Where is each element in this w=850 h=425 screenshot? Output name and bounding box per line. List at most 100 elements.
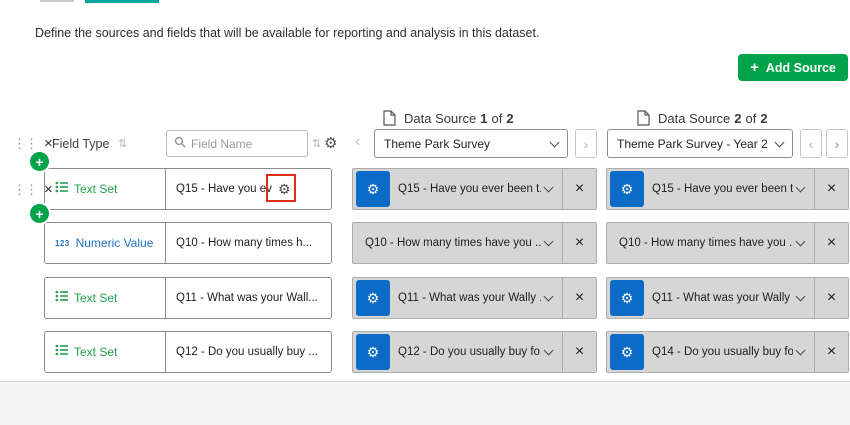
text-set-icon: [55, 180, 68, 198]
dataset-editor-page: Define the sources and fields that will …: [0, 0, 850, 425]
source-field-select[interactable]: Q12 - Do you usually buy fo...: [390, 332, 562, 372]
chevron-down-icon: [544, 237, 554, 247]
drag-handle-icon[interactable]: ⋮⋮: [13, 136, 37, 152]
source-field-label: Q10 - How many times have you ...: [619, 237, 793, 249]
remove-field-button[interactable]: ×: [815, 343, 848, 361]
chevron-down-icon: [544, 292, 554, 302]
field-type-label: Text Set: [74, 291, 117, 305]
remove-field-button[interactable]: ×: [563, 180, 596, 198]
source-field-row: ⚙ Q15 - Have you ever been t... ×: [352, 168, 597, 210]
plus-icon: +: [35, 206, 43, 222]
source-field-select[interactable]: Q11 - What was your Wally ...: [390, 278, 562, 318]
insert-field-button[interactable]: +: [30, 152, 49, 171]
numeric-value-icon: 123: [55, 239, 70, 248]
source-field-label: Q15 - Have you ever been t...: [652, 183, 793, 195]
tab-fragment: [40, 0, 74, 2]
field-row[interactable]: Text Set Q12 - Do you usually buy ...: [44, 331, 332, 373]
recode-gear-button[interactable]: ⚙: [356, 334, 390, 370]
source-field-select[interactable]: Q15 - Have you ever been t...: [390, 169, 562, 209]
source-field-row: ⚙ Q11 - What was your Wally ... ×: [352, 277, 597, 319]
remove-field-button[interactable]: ×: [815, 234, 848, 252]
source-field-label: Q12 - Do you usually buy fo...: [398, 346, 541, 358]
field-type-label: Text Set: [74, 345, 117, 359]
remove-row-icon[interactable]: ×: [44, 181, 53, 198]
add-source-button[interactable]: + Add Source: [738, 54, 848, 81]
remove-field-button[interactable]: ×: [815, 180, 848, 198]
gear-icon: ⚙: [367, 290, 380, 307]
recode-gear-button[interactable]: ⚙: [356, 280, 390, 316]
source-2-selected-survey: Theme Park Survey - Year 2: [617, 137, 768, 151]
chevron-right-icon: ›: [584, 136, 589, 152]
source-field-label: Q11 - What was your Wally ...: [398, 292, 541, 304]
source-2-survey-select[interactable]: Theme Park Survey - Year 2: [607, 129, 793, 158]
close-icon: ×: [575, 289, 584, 306]
field-name-text: Q12 - Do you usually buy ...: [176, 346, 318, 358]
data-source-2-title: Data Source 2 of 2: [637, 110, 768, 126]
recode-gear-button[interactable]: ⚙: [356, 171, 390, 207]
source-field-select[interactable]: Q15 - Have you ever been t...: [644, 169, 814, 209]
field-name-search[interactable]: [166, 130, 308, 157]
close-icon: ×: [827, 343, 836, 360]
field-name-search-input[interactable]: [191, 137, 283, 151]
close-icon: ×: [827, 180, 836, 197]
field-table-header: Field Type ⇅ ⇅ ⚙: [44, 129, 332, 158]
field-type-header: Field Type: [52, 137, 109, 151]
remove-field-button[interactable]: ×: [815, 289, 848, 307]
source-field-select[interactable]: Q10 - How many times have you ...: [353, 223, 562, 263]
source-title-prefix: Data Source: [404, 111, 476, 126]
row-controls: ⋮⋮ ×: [13, 181, 53, 198]
gear-icon: ⚙: [621, 181, 634, 198]
source-field-row: ⚙ Q12 - Do you usually buy fo... ×: [352, 331, 597, 373]
source-field-label: Q15 - Have you ever been t...: [398, 183, 541, 195]
chevron-down-icon: [796, 183, 806, 193]
remove-row-icon[interactable]: ×: [44, 135, 53, 152]
chevron-right-icon: ›: [835, 136, 840, 152]
field-type-cell: 123 Numeric Value: [45, 223, 165, 263]
search-icon: [174, 135, 186, 153]
recode-gear-button[interactable]: ⚙: [610, 171, 644, 207]
highlight-box: [266, 174, 296, 202]
chevron-down-icon: [550, 137, 560, 147]
source-1-survey-select[interactable]: Theme Park Survey: [374, 129, 568, 158]
chevron-down-icon: [796, 237, 806, 247]
close-icon: ×: [575, 180, 584, 197]
chevron-down-icon: [544, 346, 554, 356]
sort-icon[interactable]: ⇅: [118, 137, 127, 150]
field-type-cell: Text Set: [45, 169, 165, 209]
field-name-cell: Q12 - Do you usually buy ...: [165, 332, 331, 372]
field-row[interactable]: 123 Numeric Value Q10 - How many times h…: [44, 222, 332, 264]
gear-icon: ⚙: [367, 181, 380, 198]
source-field-label: Q14 - Do you usually buy fo...: [652, 346, 793, 358]
text-set-icon: [55, 289, 68, 307]
source-field-row: ⚙ Q15 - Have you ever been t... ×: [606, 168, 849, 210]
sources-scroll-prev-button[interactable]: ‹: [800, 129, 822, 158]
recode-gear-button[interactable]: ⚙: [610, 280, 644, 316]
gear-icon: ⚙: [621, 344, 634, 361]
source-prev-icon[interactable]: ‹: [355, 133, 360, 151]
remove-field-button[interactable]: ×: [563, 343, 596, 361]
sources-scroll-next-button[interactable]: ›: [826, 129, 848, 158]
sort-icon[interactable]: ⇅: [312, 137, 321, 150]
source-field-select[interactable]: Q10 - How many times have you ...: [607, 223, 814, 263]
source-field-select[interactable]: Q14 - Do you usually buy fo...: [644, 332, 814, 372]
recode-gear-button[interactable]: ⚙: [610, 334, 644, 370]
source-field-row: Q10 - How many times have you ... ×: [606, 222, 849, 264]
document-icon: [637, 110, 650, 126]
source-of: of: [746, 111, 757, 126]
drag-handle-icon[interactable]: ⋮⋮: [13, 182, 37, 198]
remove-field-button[interactable]: ×: [563, 234, 596, 252]
chevron-down-icon: [544, 183, 554, 193]
insert-field-button[interactable]: +: [30, 204, 49, 223]
source-next-button[interactable]: ›: [575, 129, 597, 158]
gear-icon: ⚙: [621, 290, 634, 307]
chevron-down-icon: [775, 137, 785, 147]
document-icon: [383, 110, 396, 126]
field-name-text: Q11 - What was your Wall...: [176, 292, 318, 304]
source-field-row: ⚙ Q14 - Do you usually buy fo... ×: [606, 331, 849, 373]
source-field-select[interactable]: Q11 - What was your Wally ...: [644, 278, 814, 318]
add-source-label: Add Source: [766, 61, 836, 75]
field-type-cell: Text Set: [45, 278, 165, 318]
remove-field-button[interactable]: ×: [563, 289, 596, 307]
header-gear-icon[interactable]: ⚙: [324, 134, 337, 152]
field-row[interactable]: Text Set Q11 - What was your Wall...: [44, 277, 332, 319]
